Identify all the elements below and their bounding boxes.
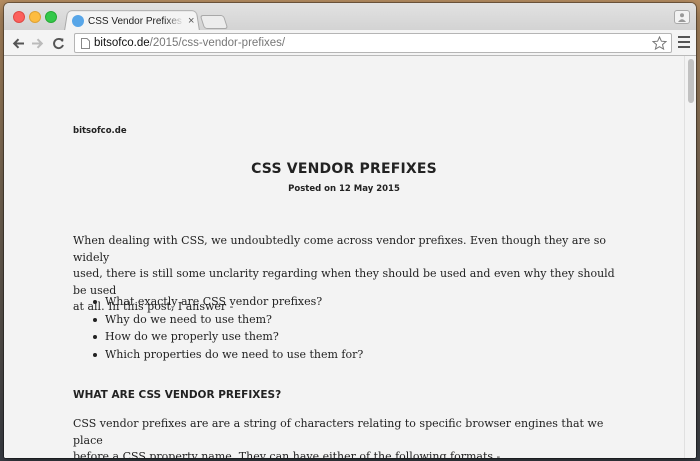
tab-strip: CSS Vendor Prefixes - bitsofco.de × bbox=[4, 3, 696, 31]
window-minimize-button[interactable] bbox=[29, 11, 41, 23]
new-tab-button[interactable] bbox=[199, 15, 229, 29]
window-maximize-button[interactable] bbox=[45, 11, 57, 23]
forward-arrow-icon[interactable] bbox=[29, 35, 45, 51]
window-close-button[interactable] bbox=[13, 11, 25, 23]
favicon-icon bbox=[72, 15, 84, 27]
intro-line: When dealing with CSS, we undoubtedly co… bbox=[73, 234, 606, 264]
url-text: bitsofco.de/2015/css-vendor-prefixes/ bbox=[94, 37, 286, 49]
questions-list: What exactly are CSS vendor prefixes? Wh… bbox=[92, 293, 363, 364]
site-name-link[interactable]: bitsofco.de bbox=[73, 126, 127, 136]
section-line: CSS vendor prefixes are are a string of … bbox=[73, 417, 604, 447]
reload-icon[interactable] bbox=[50, 35, 66, 51]
active-tab-content[interactable]: CSS Vendor Prefixes - bitsofco.de × bbox=[66, 12, 198, 30]
page-title: CSS VENDOR PREFIXES bbox=[251, 161, 437, 177]
profile-icon[interactable] bbox=[674, 10, 690, 24]
section-line: before a CSS property name. They can hav… bbox=[73, 450, 501, 458]
browser-window: CSS Vendor Prefixes - bitsofco.de × bits… bbox=[4, 3, 696, 458]
tab-close-icon[interactable]: × bbox=[188, 15, 194, 27]
page-viewport: bitsofco.de CSS VENDOR PREFIXES Posted o… bbox=[4, 56, 696, 458]
section-heading: WHAT ARE CSS VENDOR PREFIXES? bbox=[73, 389, 282, 401]
section-paragraph: CSS vendor prefixes are are a string of … bbox=[73, 416, 623, 458]
post-date: Posted on 12 May 2015 bbox=[288, 184, 400, 194]
back-arrow-icon[interactable] bbox=[10, 35, 26, 51]
tab-title: CSS Vendor Prefixes - bitsofco.de bbox=[88, 15, 184, 27]
page-icon bbox=[81, 37, 90, 49]
menu-icon[interactable] bbox=[678, 36, 690, 50]
browser-toolbar: bitsofco.de/2015/css-vendor-prefixes/ bbox=[4, 30, 696, 56]
list-item: Which properties do we need to use them … bbox=[92, 346, 363, 364]
scrollbar-thumb[interactable] bbox=[688, 59, 694, 103]
star-icon[interactable] bbox=[651, 35, 668, 56]
address-bar[interactable]: bitsofco.de/2015/css-vendor-prefixes/ bbox=[74, 33, 672, 53]
list-item: What exactly are CSS vendor prefixes? bbox=[92, 293, 363, 311]
list-item: Why do we need to use them? bbox=[92, 311, 363, 329]
vertical-scrollbar[interactable] bbox=[684, 56, 696, 458]
list-item: How do we properly use them? bbox=[92, 328, 363, 346]
